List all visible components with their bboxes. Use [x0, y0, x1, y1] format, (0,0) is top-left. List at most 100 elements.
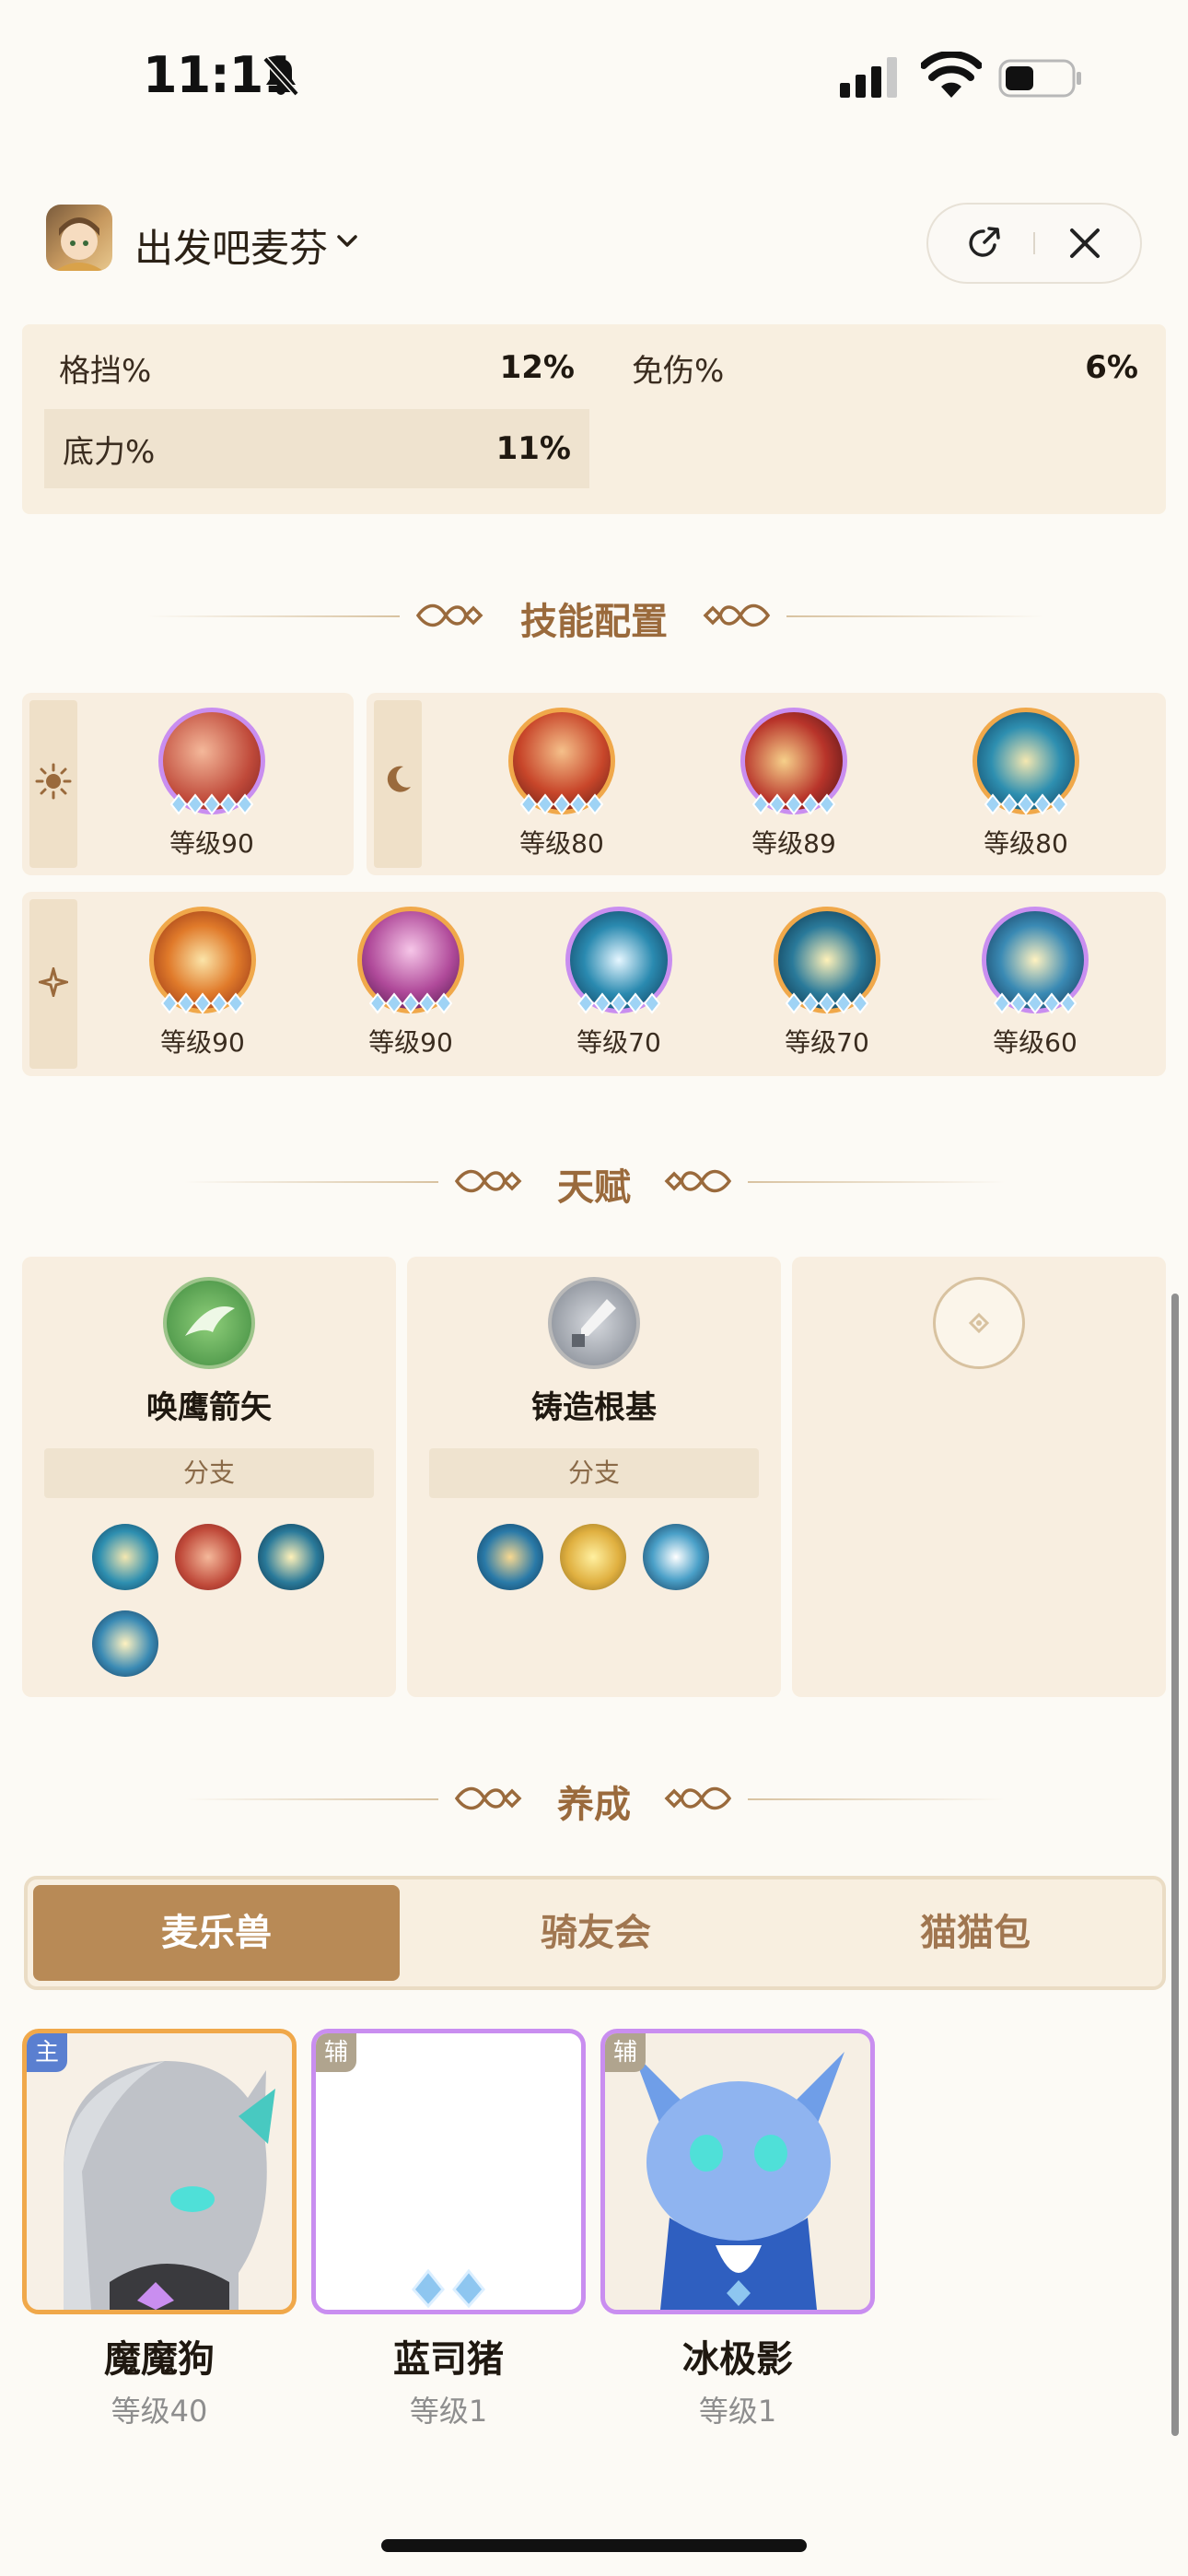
pet-card[interactable]: 辅 蓝司猪 等级1 [311, 2029, 586, 2430]
section-growth-header: 养成 [0, 1771, 1188, 1826]
section-title: 养成 [557, 1784, 631, 1826]
tab-pets[interactable]: 麦乐兽 [33, 1885, 400, 1981]
attr-label: 格挡% [59, 352, 152, 390]
moon-icon [387, 766, 411, 792]
capsule-divider [1033, 232, 1035, 254]
close-icon[interactable] [1066, 225, 1103, 262]
attr-label: 底力% [63, 433, 156, 471]
silent-bell-icon [262, 56, 299, 97]
section-title: 天赋 [557, 1166, 631, 1209]
skill-level: 等级60 [993, 1027, 1077, 1058]
skill-level: 等级89 [751, 828, 836, 859]
skill-flame-dash-icon [149, 907, 256, 1014]
talent-name: 唤鹰箭矢 [146, 1389, 272, 1426]
share-icon[interactable] [963, 223, 1004, 263]
eagle-arrow-icon [163, 1277, 255, 1369]
app-title[interactable]: 出发吧麦芬 [134, 217, 328, 274]
talent-card[interactable]: 铸造根基 分支 [407, 1257, 781, 1697]
empty-slot-icon [933, 1277, 1025, 1369]
pet-level: 等级40 [111, 2394, 208, 2429]
talent-skill-volley-icon[interactable] [92, 1610, 158, 1677]
attr-value: 11% [495, 430, 571, 467]
talent-card[interactable]: 唤鹰箭矢 分支 [22, 1257, 396, 1697]
attr-value: 12% [499, 349, 575, 386]
pet-card[interactable]: 辅 冰极影 等级1 [600, 2029, 875, 2430]
section-talent-header: 天赋 [0, 1153, 1188, 1209]
ornament-right-icon [703, 603, 771, 627]
battery-icon [998, 59, 1081, 98]
skill-slot[interactable]: 等级90 [328, 907, 494, 1060]
skill-level: 等级70 [785, 1027, 869, 1058]
skill-level: 等级70 [577, 1027, 661, 1058]
skill-level: 等级80 [984, 828, 1068, 859]
cellular-signal-icon [840, 57, 897, 98]
talent-skill-heart-icon[interactable] [258, 1524, 324, 1590]
skill-slot[interactable]: 等级90 [120, 907, 285, 1060]
star-diamonds-icon [412, 2268, 485, 2309]
skill-whirlwind-icon [973, 708, 1079, 815]
pet-name: 冰极影 [682, 2338, 793, 2381]
tab-riders-club[interactable]: 骑友会 [413, 1885, 779, 1981]
skill-heart-icon [774, 907, 880, 1014]
skill-slot[interactable]: 等级80 [943, 708, 1109, 861]
pet-role-tag: 主 [27, 2033, 67, 2072]
skill-chain-icon [565, 907, 672, 1014]
skill-slot[interactable]: 等级70 [744, 907, 910, 1060]
skill-slot[interactable]: 等级70 [536, 907, 702, 1060]
ornament-right-icon [664, 1786, 732, 1810]
talent-skill-arrows-icon[interactable] [175, 1524, 241, 1590]
pet-level: 等级1 [698, 2394, 777, 2429]
skill-slot[interactable]: 等级89 [711, 708, 877, 861]
pet-portrait: 辅 [311, 2029, 586, 2314]
attr-block: 格挡% 12% [41, 328, 593, 407]
skill-panel-sun: 等级90 [22, 693, 354, 875]
sparkle-icon [39, 967, 68, 997]
skill-volley-icon [982, 907, 1089, 1014]
skill-slot[interactable]: 等级80 [479, 708, 645, 861]
skill-slot[interactable]: 等级90 [129, 708, 295, 861]
home-indicator[interactable] [381, 2539, 807, 2552]
pet-level: 等级1 [409, 2394, 488, 2429]
skill-phoenix-icon [740, 708, 847, 815]
skill-level: 等级90 [368, 1027, 453, 1058]
section-skills-header: 技能配置 [0, 588, 1188, 643]
section-title: 技能配置 [520, 601, 668, 643]
skill-level: 等级90 [160, 1027, 245, 1058]
talent-name: 铸造根基 [531, 1389, 657, 1426]
branch-bar: 分支 [44, 1448, 374, 1498]
growth-tabs: 麦乐兽 骑友会 猫猫包 [24, 1876, 1166, 1990]
forge-sword-icon [548, 1277, 640, 1369]
scrollbar[interactable] [1171, 1294, 1179, 2436]
pet-image [64, 2061, 275, 2310]
pet-card[interactable]: 主 魔魔狗 等级40 [22, 2029, 297, 2430]
attr-tenacity: 底力% 11% [44, 409, 589, 488]
branch-label: 分支 [567, 1458, 620, 1488]
skill-slot[interactable]: 等级60 [952, 907, 1118, 1060]
branch-bar: 分支 [429, 1448, 759, 1498]
pet-role-tag: 辅 [605, 2033, 646, 2072]
pet-name: 蓝司猪 [393, 2338, 504, 2381]
sun-icon [35, 763, 72, 800]
pet-role-tag: 辅 [316, 2033, 356, 2072]
skill-fire-arrows-icon [508, 708, 615, 815]
skill-panel-moon: 等级80 等级89 等级80 [367, 693, 1166, 875]
talent-card-empty[interactable] [792, 1257, 1166, 1697]
skill-target-icon [357, 907, 464, 1014]
attr-label: 免伤% [632, 352, 725, 390]
tab-cat-bag[interactable]: 猫猫包 [792, 1885, 1159, 1981]
pet-portrait: 辅 [600, 2029, 875, 2314]
talent-skill-whirlwind-icon[interactable] [92, 1524, 158, 1590]
skill-level: 等级90 [169, 828, 254, 859]
pet-portrait: 主 [22, 2029, 297, 2314]
skill-level: 等级80 [519, 828, 604, 859]
attr-value: 6% [1085, 349, 1138, 386]
attr-damage-reduction: 免伤% 6% [613, 328, 1157, 407]
pet-name: 魔魔狗 [104, 2338, 215, 2381]
attribute-card: 格挡% 12% 免伤% 6% 底力% 11% [22, 324, 1166, 514]
ornament-right-icon [664, 1169, 732, 1193]
skill-arrows-icon [158, 708, 265, 815]
talent-skill-sun-eye-icon[interactable] [560, 1524, 626, 1590]
talent-skill-shield-icon[interactable] [477, 1524, 543, 1590]
talent-skill-burst-icon[interactable] [643, 1524, 709, 1590]
chevron-down-icon[interactable] [335, 232, 359, 251]
